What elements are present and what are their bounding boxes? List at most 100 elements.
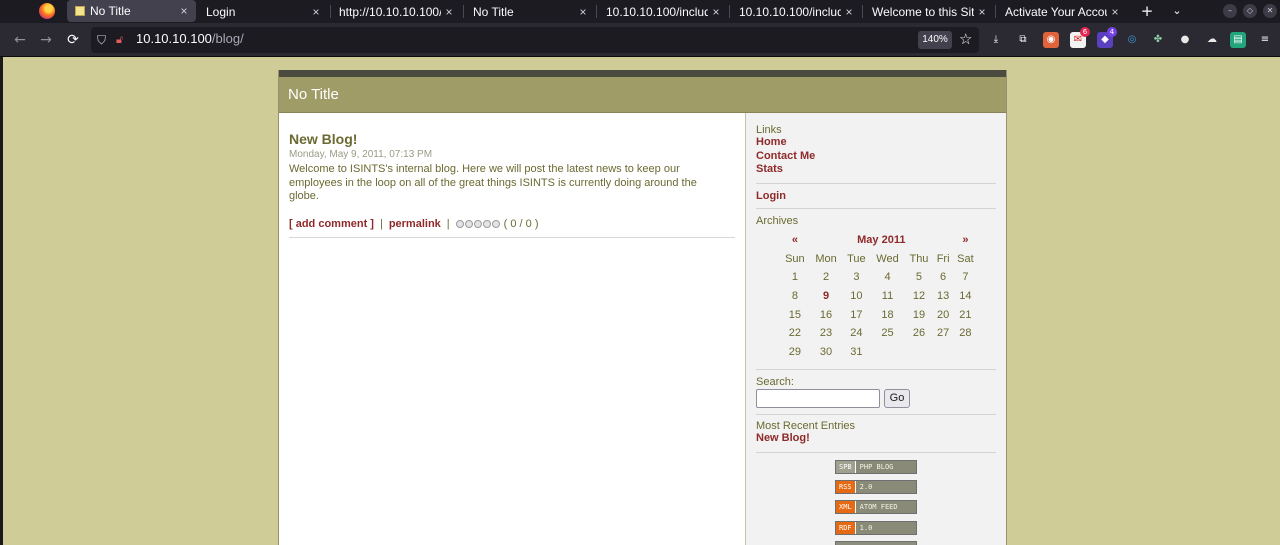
tab-close-icon[interactable]: × — [308, 5, 324, 19]
bookmark-star-icon[interactable]: ☆ — [959, 30, 972, 48]
blog-header: No Title — [279, 77, 1006, 113]
url-text[interactable]: 10.10.10.100/blog/ — [136, 31, 244, 46]
calendar-day: 25 — [881, 327, 894, 340]
zoom-level-button[interactable]: 140% — [918, 31, 952, 49]
minimize-window-button[interactable]: – — [1223, 4, 1237, 18]
atom-feed-badge[interactable]: XML ATOM FEED — [835, 500, 917, 514]
url-bar[interactable]: ⛉ 🔓︎ 10.10.10.100/blog/ 140% ☆ — [91, 27, 979, 53]
calendar-next-link[interactable]: » — [953, 231, 978, 250]
new-tab-button[interactable]: + — [1139, 0, 1155, 22]
tab-separator — [596, 5, 597, 18]
tab-includes-2[interactable]: 10.10.10.100/includes × — [731, 0, 861, 23]
extension-shield-icon[interactable]: ◆ 4 — [1097, 27, 1117, 48]
login-block: Login — [756, 190, 996, 204]
rdf-badge[interactable]: RDF 1.0 — [835, 521, 917, 535]
rating-star-icon[interactable] — [473, 219, 482, 228]
sidebar-link-login[interactable]: Login — [756, 190, 996, 204]
download-icon[interactable]: ⤓ — [988, 32, 1004, 48]
entry-divider — [289, 237, 735, 238]
badge-right: 1.0 — [854, 522, 916, 534]
calendar-day: 31 — [850, 345, 863, 358]
badge-right: PHP BLOG — [854, 461, 916, 473]
calendar-day: 15 — [788, 308, 801, 321]
tab-separator — [729, 5, 730, 18]
foxyproxy-icon[interactable]: ◉ — [1043, 32, 1059, 48]
mail-icon[interactable]: ✉ 6 — [1070, 27, 1090, 48]
search-input[interactable] — [756, 389, 880, 408]
tool-icon[interactable]: ▤ — [1230, 32, 1246, 48]
add-comment-link[interactable]: [ add comment ] — [289, 218, 374, 230]
firefox-logo-icon — [39, 3, 55, 19]
tab-close-icon[interactable]: × — [441, 5, 457, 19]
forward-button[interactable]: → — [37, 31, 55, 49]
calendar-day — [953, 343, 978, 362]
permalink-link[interactable]: permalink — [389, 218, 441, 230]
calendar-day: 7 — [962, 271, 969, 284]
badge-left: RDF — [836, 522, 855, 534]
tab-activate-account[interactable]: Activate Your Account × — [997, 0, 1127, 23]
tab-close-icon[interactable]: × — [708, 5, 724, 19]
calendar-day: 12 — [912, 290, 926, 303]
calendar-day[interactable]: 9 — [810, 287, 843, 306]
rating-stars[interactable] — [455, 219, 500, 228]
calendar-day: 18 — [881, 308, 894, 321]
url-path: /blog/ — [211, 31, 244, 46]
calendar-days: 1 2 3 4 5 6 7 8 9 10 11 12 13 14 15 16 17 18 19 20 21 22 23 24 2… — [780, 268, 978, 361]
sidebar-divider — [756, 414, 996, 415]
tab-close-icon[interactable]: × — [974, 5, 990, 19]
tab-welcome[interactable]: Welcome to this Site! × — [864, 0, 994, 23]
calendar-day: 27 — [936, 327, 950, 340]
close-window-button[interactable]: ✕ — [1263, 4, 1277, 18]
calendar-day — [870, 343, 904, 362]
tab-list-chevron-icon[interactable]: ⌄ — [1169, 0, 1185, 22]
badge-left: XML — [836, 501, 855, 513]
reload-button[interactable]: ⟳ — [64, 31, 82, 49]
rating-star-icon[interactable] — [491, 219, 500, 228]
puzzle-icon[interactable]: ✤ — [1150, 32, 1166, 48]
tracking-shield-icon[interactable]: ⛉ — [97, 32, 111, 48]
insecure-lock-icon[interactable]: 🔓︎ — [116, 32, 130, 48]
extension-count-badge: 4 — [1107, 27, 1117, 37]
tab-close-icon[interactable]: × — [841, 5, 857, 19]
tab-label: No Title — [90, 4, 131, 18]
wappalyzer-icon[interactable]: ◎ — [1124, 32, 1140, 48]
tab-no-title[interactable]: No Title × — [465, 0, 595, 23]
tab-close-icon[interactable]: × — [1107, 5, 1123, 19]
calendar-day: 6 — [940, 271, 947, 284]
sphpblog-badge[interactable]: SPB PHP BLOG — [835, 460, 917, 474]
sidebar-link-stats[interactable]: Stats — [756, 163, 996, 177]
rating-star-icon[interactable] — [482, 219, 491, 228]
archives-heading: Archives — [756, 215, 799, 227]
site-title: No Title — [288, 86, 339, 103]
extensions-icon[interactable]: ⧉ — [1015, 32, 1031, 48]
tab-login[interactable]: Login × — [198, 0, 328, 23]
calendar-day: 17 — [850, 308, 863, 321]
tab-label: Login — [206, 4, 236, 19]
tab-label: 10.10.10.100/includes — [606, 4, 708, 19]
sidebar: Links Home Contact Me Stats Login Archiv… — [746, 113, 1006, 545]
search-go-button[interactable]: Go — [884, 389, 910, 408]
rss-badge[interactable]: RSS 2.0 — [835, 480, 917, 494]
tab-close-icon[interactable]: × — [575, 5, 591, 19]
menu-icon[interactable]: ≡ — [1257, 32, 1273, 48]
tab-close-icon[interactable]: × — [176, 4, 192, 18]
calendar-day: 29 — [788, 345, 801, 358]
globe-icon[interactable]: ● — [1177, 32, 1193, 48]
tab-no-title-active[interactable]: No Title × — [67, 0, 196, 22]
calendar-day: 8 — [791, 290, 798, 303]
tab-includes-1[interactable]: 10.10.10.100/includes × — [598, 0, 728, 23]
tab-ip-root[interactable]: http://10.10.10.100/ × — [331, 0, 461, 23]
recent-entry-link[interactable]: New Blog! — [756, 432, 996, 446]
maximize-window-button[interactable]: ◇ — [1243, 4, 1257, 18]
calendar-prev-link[interactable]: « — [780, 231, 810, 250]
badge-left: RSS — [836, 481, 855, 493]
tab-label: Welcome to this Site! — [872, 4, 974, 19]
rating-star-icon[interactable] — [464, 219, 473, 228]
sidebar-link-contact[interactable]: Contact Me — [756, 150, 996, 164]
extra-badge[interactable] — [835, 541, 917, 545]
cloud-icon[interactable]: ☁ — [1204, 32, 1220, 48]
rating-star-icon[interactable] — [455, 219, 464, 228]
back-button[interactable]: ← — [11, 31, 29, 49]
calendar-month-link[interactable]: May 2011 — [810, 231, 953, 250]
sidebar-link-home[interactable]: Home — [756, 136, 996, 150]
